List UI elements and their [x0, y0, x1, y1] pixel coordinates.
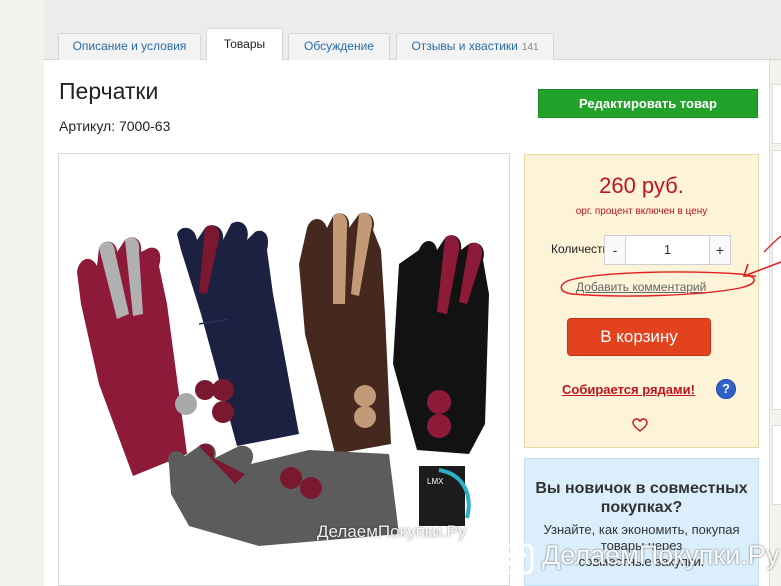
right-rail-block: [772, 425, 781, 505]
product-sku: Артикул: 7000-63: [59, 118, 171, 134]
add-comment-link[interactable]: Добавить комментарий: [576, 280, 706, 294]
quantity-decrease-button[interactable]: -: [605, 236, 626, 264]
photo-watermark: ДелаемПокупки.Ру: [317, 522, 467, 541]
tab-description-label: Описание и условия: [72, 39, 187, 53]
brand-tag: LMX: [419, 466, 471, 526]
product-photo[interactable]: LMX ДелаемПокупки.Ру: [58, 153, 510, 586]
top-band: [44, 0, 781, 30]
heart-icon[interactable]: [631, 417, 649, 438]
price: 260 руб.: [599, 173, 684, 198]
product-title: Перчатки: [59, 78, 159, 104]
site-watermark: ДелаемПокупки.Ру: [542, 540, 780, 570]
tab-products-label: Товары: [223, 37, 266, 51]
tab-discussion-label: Обсуждение: [304, 39, 374, 53]
quantity-increase-button[interactable]: +: [709, 236, 730, 264]
newbie-title: Вы новичок в совместных покупках?: [535, 480, 748, 516]
tab-discussion[interactable]: Обсуждение: [288, 33, 390, 60]
quantity-input[interactable]: 1: [626, 236, 709, 264]
tab-products[interactable]: Товары: [206, 28, 283, 61]
tab-reviews[interactable]: Отзывы и хвастики 141: [396, 33, 554, 60]
tab-reviews-count: 141: [521, 42, 539, 53]
price-note: орг. процент включен в цену: [575, 206, 708, 217]
help-icon[interactable]: ?: [716, 379, 736, 399]
right-rail-block: [772, 84, 781, 144]
page-left-margin: [0, 0, 44, 586]
edit-product-button[interactable]: Редактировать товар: [538, 89, 758, 118]
quantity-stepper: - 1 +: [604, 235, 731, 265]
tab-reviews-label: Отзывы и хвастики: [411, 39, 518, 53]
svg-text:LMX: LMX: [427, 477, 444, 486]
tab-description[interactable]: Описание и условия: [58, 33, 201, 60]
add-to-cart-button[interactable]: В корзину: [567, 318, 711, 356]
collected-by-rows-link[interactable]: Собирается рядами!: [562, 382, 695, 397]
right-rail-block: [772, 150, 781, 410]
